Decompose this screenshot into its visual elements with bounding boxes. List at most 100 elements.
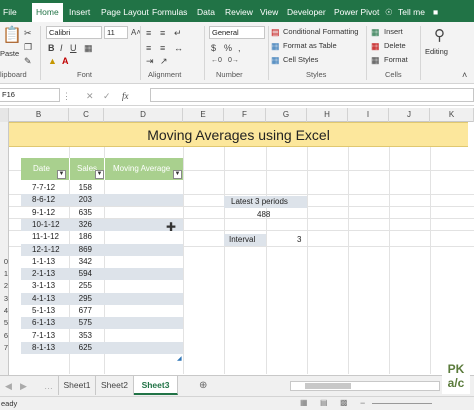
column-header-f[interactable]: F	[224, 108, 266, 122]
tab-view[interactable]: View	[260, 3, 278, 22]
interval-value[interactable]: 3	[297, 234, 301, 246]
row-header[interactable]: 0	[0, 256, 9, 268]
align-top-icon[interactable]: ≡	[146, 28, 151, 38]
moving-average-cell[interactable]	[104, 317, 183, 329]
tab-file[interactable]: File	[3, 3, 17, 22]
filter-dropdown-icon[interactable]: ▼	[57, 170, 66, 179]
moving-average-cell[interactable]	[104, 305, 183, 317]
sheet-tab-sheet1[interactable]: Sheet1	[58, 376, 96, 395]
sheet-tab-sheet2[interactable]: Sheet2	[96, 376, 134, 395]
wrap-text-icon[interactable]: ↵	[174, 28, 182, 38]
sales-cell[interactable]: 342	[69, 256, 92, 268]
column-header-j[interactable]: J	[389, 108, 430, 122]
conditional-formatting-icon[interactable]: ▤	[271, 27, 280, 37]
date-cell[interactable]: 8-6-12	[32, 194, 55, 206]
tab-power-pivot[interactable]: Power Pivot	[334, 3, 379, 22]
font-name-select[interactable]: Calibri	[46, 26, 102, 39]
sales-cell[interactable]: 158	[69, 182, 92, 194]
decrease-decimal-icon[interactable]: 0→	[228, 56, 239, 66]
sales-cell[interactable]: 594	[69, 268, 92, 280]
cell-styles-button[interactable]: Cell Styles	[283, 55, 318, 64]
zoom-slider[interactable]	[372, 403, 432, 404]
cut-icon[interactable]: ✂	[24, 28, 32, 38]
format-cells-icon[interactable]: ▦	[371, 55, 380, 65]
table-header-moving-average[interactable]: Moving Average	[104, 158, 183, 180]
delete-cells-icon[interactable]: ▦	[371, 41, 380, 51]
more-sheets-icon[interactable]: …	[44, 381, 53, 391]
tab-developer[interactable]: Developer	[287, 3, 326, 22]
moving-average-cell[interactable]	[104, 194, 183, 206]
align-middle-icon[interactable]: ≡	[160, 28, 165, 38]
scroll-right-icon[interactable]: ▶	[20, 381, 27, 391]
zoom-out-icon[interactable]: −	[360, 398, 365, 408]
date-cell[interactable]: 3-1-13	[32, 280, 55, 292]
date-cell[interactable]: 10-1-12	[32, 219, 60, 231]
latest-periods-label[interactable]: Latest 3 periods	[224, 196, 307, 208]
column-header-c[interactable]: C	[69, 108, 104, 122]
orientation-icon[interactable]: ↗	[160, 56, 168, 66]
paste-icon[interactable]: 📋	[2, 28, 22, 44]
copy-icon[interactable]: ❐	[24, 42, 32, 52]
sales-cell[interactable]: 255	[69, 280, 92, 292]
paste-label[interactable]: Paste	[0, 49, 19, 58]
sales-cell[interactable]: 295	[69, 293, 92, 305]
column-header-h[interactable]: H	[307, 108, 348, 122]
comma-icon[interactable]: ,	[238, 43, 241, 53]
page-layout-view-icon[interactable]: ▤	[320, 398, 328, 408]
moving-average-cell[interactable]	[104, 207, 183, 219]
find-select-icon[interactable]: ⚲	[434, 28, 445, 43]
select-all-corner[interactable]	[0, 108, 9, 122]
date-cell[interactable]: 5-1-13	[32, 305, 55, 317]
font-color-icon[interactable]: A	[62, 56, 69, 66]
sales-cell[interactable]: 353	[69, 330, 92, 342]
date-cell[interactable]: 6-1-13	[32, 317, 55, 329]
sales-cell[interactable]: 625	[69, 342, 92, 354]
tab-page-layout[interactable]: Page Layout	[101, 3, 149, 22]
sales-cell[interactable]: 186	[69, 231, 92, 243]
align-left-icon[interactable]: ≡	[146, 43, 151, 53]
tab-insert[interactable]: Insert	[69, 3, 90, 22]
date-cell[interactable]: 4-1-13	[32, 293, 55, 305]
underline-icon[interactable]: U	[70, 43, 77, 53]
date-cell[interactable]: 8-1-13	[32, 342, 55, 354]
tab-formulas[interactable]: Formulas	[152, 3, 187, 22]
column-header-e[interactable]: E	[183, 108, 224, 122]
sales-cell[interactable]: 575	[69, 317, 92, 329]
interval-label[interactable]: Interval	[224, 234, 266, 246]
sales-cell[interactable]: 326	[69, 219, 92, 231]
indent-icon[interactable]: ⇥	[146, 56, 154, 66]
date-cell[interactable]: 1-1-13	[32, 256, 55, 268]
date-cell[interactable]: 9-1-12	[32, 207, 55, 219]
moving-average-cell[interactable]	[104, 330, 183, 342]
row-header[interactable]: 3	[0, 293, 9, 305]
format-as-table-button[interactable]: Format as Table	[283, 41, 337, 50]
fill-color-icon[interactable]: ▲	[48, 56, 57, 66]
column-header-g[interactable]: G	[266, 108, 307, 122]
date-cell[interactable]: 7-7-12	[32, 182, 55, 194]
currency-icon[interactable]: $	[211, 43, 216, 53]
insert-function-button[interactable]: fx	[122, 91, 129, 101]
name-box-dropdown-icon[interactable]: ⋮	[62, 91, 71, 101]
row-header[interactable]: 7	[0, 342, 9, 354]
delete-cells-button[interactable]: Delete	[384, 41, 406, 50]
insert-cells-button[interactable]: Insert	[384, 27, 403, 36]
tab-home[interactable]: Home	[32, 3, 63, 22]
moving-average-cell[interactable]	[104, 342, 183, 354]
column-header-i[interactable]: I	[348, 108, 389, 122]
row-header[interactable]: 6	[0, 330, 9, 342]
add-sheet-icon[interactable]: ⊕	[199, 381, 207, 391]
row-header[interactable]: 4	[0, 305, 9, 317]
tab-data[interactable]: Data	[197, 3, 215, 22]
row-header[interactable]: 2	[0, 280, 9, 292]
collapse-ribbon-icon[interactable]: ˄	[462, 70, 467, 80]
page-break-view-icon[interactable]: ▩	[340, 398, 348, 408]
normal-view-icon[interactable]: ▦	[300, 398, 308, 408]
horizontal-scrollbar[interactable]	[290, 381, 440, 391]
borders-icon[interactable]: ▦	[84, 43, 93, 53]
format-painter-icon[interactable]: ✎	[24, 56, 32, 66]
sales-cell[interactable]: 203	[69, 194, 92, 206]
tab-review[interactable]: Review	[225, 3, 253, 22]
italic-icon[interactable]: I	[60, 43, 63, 53]
moving-average-cell[interactable]	[104, 268, 183, 280]
conditional-formatting-button[interactable]: Conditional Formatting	[283, 27, 358, 36]
